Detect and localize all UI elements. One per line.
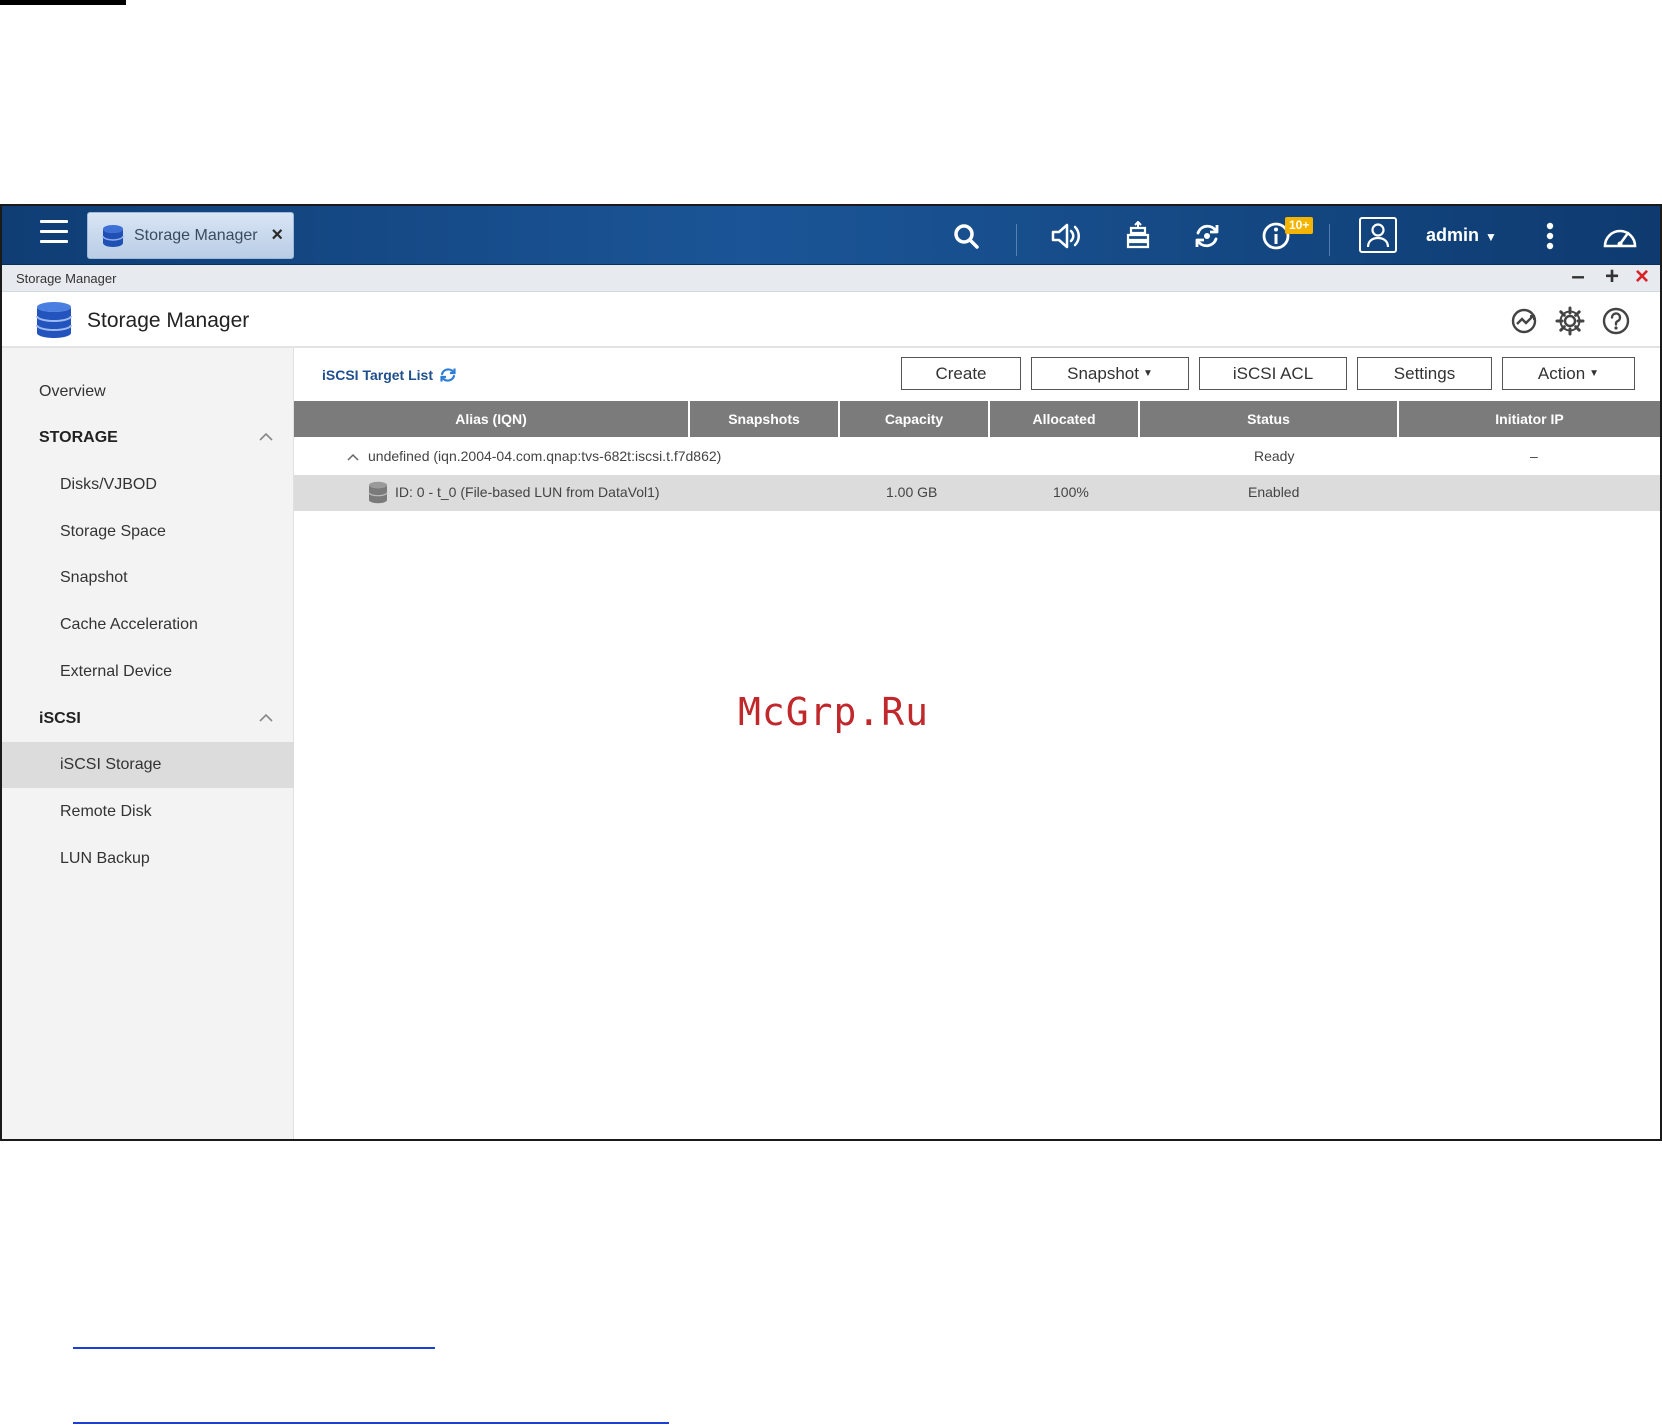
link-underline[interactable]	[73, 1422, 669, 1424]
app-tab-storage-manager[interactable]: Storage Manager ×	[87, 212, 294, 259]
sidebar-item-label: Remote Disk	[60, 803, 152, 820]
sidebar: Overview STORAGE Disks/VJBOD Storage Spa…	[2, 348, 294, 1139]
sidebar-item-label: Overview	[39, 383, 106, 400]
storage-manager-logo-icon	[36, 302, 72, 338]
iscsi-acl-button[interactable]: iSCSI ACL	[1199, 357, 1347, 390]
storage-health-icon[interactable]	[1509, 306, 1539, 336]
sidebar-item-label: Storage Space	[60, 523, 166, 540]
sidebar-item-label: iSCSI Storage	[60, 756, 162, 773]
sidebar-item-external-device[interactable]: External Device	[2, 649, 294, 695]
column-header-allocated[interactable]: Allocated	[990, 401, 1140, 437]
column-header-status[interactable]: Status	[1140, 401, 1399, 437]
user-menu[interactable]: admin ▼	[1426, 225, 1497, 246]
close-icon[interactable]: ×	[271, 225, 283, 245]
sidebar-section-iscsi[interactable]: iSCSI	[2, 696, 294, 742]
main-content: iSCSI Target List Create Snapshot ▼ iSCSI…	[294, 348, 1660, 1139]
table-row-target[interactable]: undefined (iqn.2004-04.com.qnap:tvs-682t…	[294, 439, 1660, 475]
sync-icon[interactable]	[1189, 218, 1225, 254]
lun-allocated: 100%	[1053, 484, 1089, 500]
app-header: Storage Manager	[2, 292, 1660, 348]
page-top-rule	[0, 0, 126, 5]
column-header-capacity[interactable]: Capacity	[840, 401, 990, 437]
sidebar-item-label: Cache Acceleration	[60, 616, 198, 633]
help-icon[interactable]	[1601, 306, 1631, 336]
create-button-label: Create	[935, 363, 987, 383]
chevron-up-icon	[259, 432, 273, 441]
iscsi-acl-button-label: iSCSI ACL	[1232, 363, 1314, 383]
window-title-bar: Storage Manager – + ×	[2, 265, 1660, 292]
table-row-lun[interactable]: ID: 0 - t_0 (File-based LUN from DataVol…	[294, 475, 1660, 511]
lun-alias: ID: 0 - t_0 (File-based LUN from DataVol…	[395, 484, 660, 500]
settings-button-label: Settings	[1393, 363, 1456, 383]
sidebar-item-remote-disk[interactable]: Remote Disk	[2, 789, 294, 835]
sidebar-item-cache-acceleration[interactable]: Cache Acceleration	[2, 602, 294, 648]
column-header-initiator-ip[interactable]: Initiator IP	[1399, 401, 1660, 437]
link-underline[interactable]	[73, 1347, 435, 1349]
sidebar-item-label: Snapshot	[60, 569, 128, 586]
notification-badge: 10+	[1285, 217, 1314, 234]
sidebar-item-disks-vjbod[interactable]: Disks/VJBOD	[2, 462, 294, 508]
caret-down-icon: ▼	[1142, 368, 1153, 379]
sidebar-section-storage[interactable]: STORAGE	[2, 415, 294, 461]
target-alias: undefined (iqn.2004-04.com.qnap:tvs-682t…	[368, 448, 722, 464]
lun-disk-icon	[368, 481, 388, 504]
taskbar-separator	[1329, 224, 1330, 256]
caret-down-icon: ▼	[1589, 368, 1600, 379]
create-button[interactable]: Create	[901, 357, 1021, 390]
chevron-up-icon	[259, 713, 273, 722]
window-title: Storage Manager	[16, 271, 117, 286]
main-menu-icon[interactable]	[40, 220, 68, 246]
sidebar-item-snapshot[interactable]: Snapshot	[2, 555, 294, 601]
user-avatar-icon[interactable]	[1359, 217, 1397, 253]
column-header-alias[interactable]: Alias (IQN)	[294, 401, 690, 437]
sidebar-section-label: iSCSI	[39, 710, 81, 727]
caret-down-icon: ▼	[1485, 230, 1497, 244]
action-button[interactable]: Action ▼	[1502, 357, 1635, 390]
sidebar-item-label: External Device	[60, 663, 173, 680]
more-options-icon[interactable]	[1532, 218, 1568, 254]
sidebar-item-overview[interactable]: Overview	[2, 369, 294, 415]
target-initiator-ip: –	[1530, 448, 1538, 464]
sidebar-item-label: Disks/VJBOD	[60, 476, 157, 493]
user-name: admin	[1426, 225, 1480, 245]
dashboard-gauge-icon[interactable]	[1602, 218, 1638, 254]
sidebar-item-storage-space[interactable]: Storage Space	[2, 509, 294, 555]
taskbar-separator	[1016, 224, 1017, 256]
close-window-icon[interactable]: ×	[1630, 265, 1654, 290]
search-icon[interactable]	[948, 218, 984, 254]
volume-icon[interactable]	[1049, 218, 1085, 254]
sidebar-item-iscsi-storage[interactable]: iSCSI Storage	[2, 742, 294, 788]
iscsi-target-list-title[interactable]: iSCSI Target List	[322, 366, 457, 384]
qts-window: Storage Manager × 10+ admin ▼ Storage Ma…	[0, 204, 1662, 1141]
sidebar-item-lun-backup[interactable]: LUN Backup	[2, 836, 294, 882]
minimize-icon[interactable]: –	[1566, 265, 1590, 290]
settings-button[interactable]: Settings	[1357, 357, 1492, 390]
taskbar: Storage Manager × 10+ admin ▼	[2, 206, 1660, 265]
app-title: Storage Manager	[87, 309, 250, 332]
target-status: Ready	[1254, 448, 1295, 464]
app-tab-label: Storage Manager	[134, 226, 258, 244]
watermark: McGrp.Ru	[738, 690, 930, 734]
database-icon	[102, 224, 124, 247]
gear-icon[interactable]	[1555, 306, 1585, 336]
lun-status: Enabled	[1248, 484, 1300, 500]
chevron-up-icon[interactable]	[346, 450, 360, 464]
refresh-icon[interactable]	[439, 366, 457, 384]
sidebar-item-label: LUN Backup	[60, 850, 150, 867]
snapshot-button[interactable]: Snapshot ▼	[1031, 357, 1189, 390]
sidebar-section-label: STORAGE	[39, 429, 118, 446]
maximize-icon[interactable]: +	[1600, 265, 1624, 290]
snapshot-button-label: Snapshot	[1067, 363, 1139, 383]
action-button-label: Action	[1537, 363, 1586, 383]
list-title-label: iSCSI Target List	[322, 367, 433, 383]
lun-capacity: 1.00 GB	[886, 484, 938, 500]
column-header-snapshots[interactable]: Snapshots	[690, 401, 840, 437]
table-header: Alias (IQN) Snapshots Capacity Allocated…	[294, 401, 1660, 437]
background-tasks-icon[interactable]	[1120, 218, 1156, 254]
